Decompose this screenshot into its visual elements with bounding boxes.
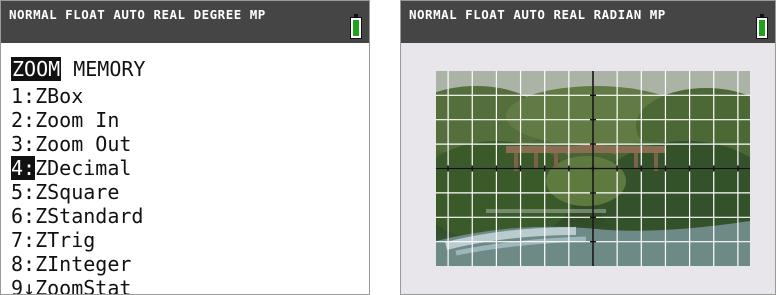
menu-tabs: ZOOM MEMORY (11, 57, 145, 81)
status-bar: NORMAL FLOAT AUTO REAL DEGREE MP (1, 1, 369, 43)
menu-item-zstandard[interactable]: 6:ZStandard (11, 204, 143, 228)
status-bar: NORMAL FLOAT AUTO REAL RADIAN MP (401, 1, 775, 43)
menu-item-zbox[interactable]: 1:ZBox (11, 84, 143, 108)
menu-item-ztrig[interactable]: 7:ZTrig (11, 228, 143, 252)
battery-icon (756, 14, 768, 39)
menu-item-zoom-in[interactable]: 2:Zoom In (11, 108, 143, 132)
graph-grid (436, 71, 750, 266)
left-calculator-screen: NORMAL FLOAT AUTO REAL DEGREE MP ZOOM ME… (0, 0, 370, 295)
graph-area[interactable] (436, 71, 750, 266)
tab-memory[interactable]: MEMORY (73, 57, 145, 81)
menu-item-zoomstat[interactable]: 9↓ZoomStat (11, 276, 143, 294)
tab-zoom[interactable]: ZOOM (11, 57, 62, 81)
menu-item-zsquare[interactable]: 5:ZSquare (11, 180, 143, 204)
mode-status-text: NORMAL FLOAT AUTO REAL RADIAN MP (409, 7, 666, 22)
right-calculator-screen: NORMAL FLOAT AUTO REAL RADIAN MP (400, 0, 776, 295)
battery-icon (350, 14, 362, 39)
menu-item-zdecimal[interactable]: 4:ZDecimal (11, 156, 143, 180)
menu-item-zoom-out[interactable]: 3:Zoom Out (11, 132, 143, 156)
mode-status-text: NORMAL FLOAT AUTO REAL DEGREE MP (9, 7, 266, 22)
menu-item-zinteger[interactable]: 8:ZInteger (11, 252, 143, 276)
zoom-menu-list: 1:ZBox 2:Zoom In 3:Zoom Out 4:ZDecimal 5… (11, 84, 143, 294)
